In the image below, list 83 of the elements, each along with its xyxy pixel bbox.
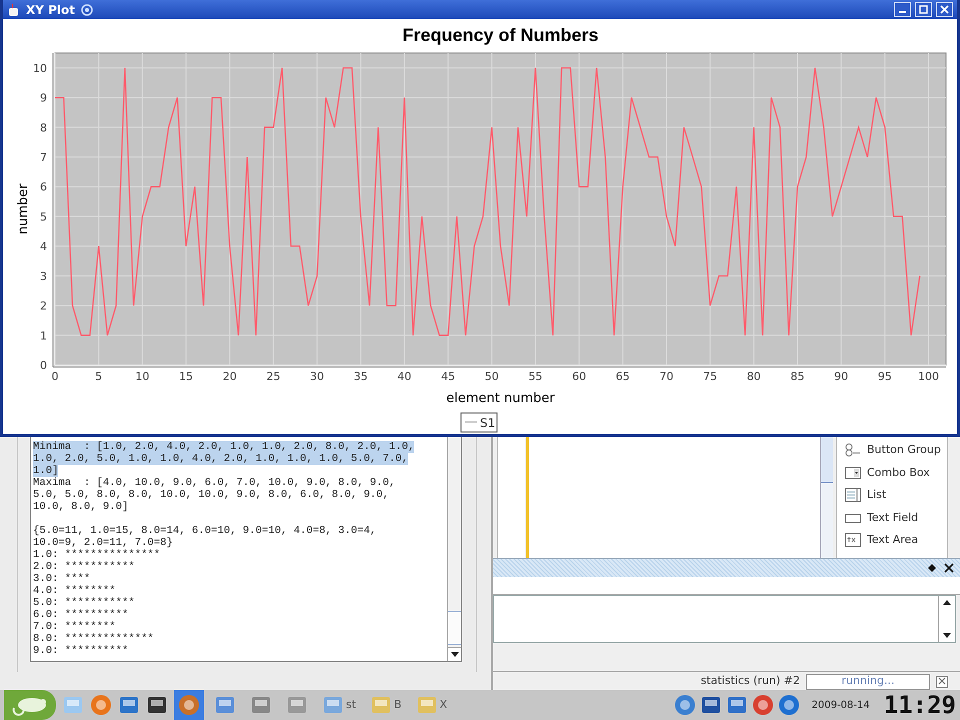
tick-label: 25 — [266, 370, 280, 383]
list-icon — [845, 488, 861, 502]
start-button[interactable] — [4, 690, 56, 720]
clock: 11:29 — [884, 690, 956, 720]
scrollbar[interactable] — [447, 437, 461, 661]
close-button[interactable] — [936, 2, 953, 17]
output-line: 8.0: ************** — [33, 633, 154, 645]
tick-label: 5 — [95, 370, 102, 383]
tick-label: 85 — [790, 370, 804, 383]
output-line: 4.0: ******** — [33, 585, 116, 597]
tick-label: 40 — [397, 370, 412, 383]
scroll-thumb[interactable] — [448, 611, 461, 645]
output-line: 7.0: ******** — [33, 621, 116, 633]
palette-item[interactable]: Text Area — [837, 529, 947, 552]
tick-label: 70 — [659, 370, 674, 383]
tick-label: 55 — [528, 370, 542, 383]
taskbar-item[interactable]: B — [366, 690, 406, 720]
tick-label: 50 — [484, 370, 499, 383]
output-line: 10.0=9, 2.0=11, 7.0=8} — [33, 537, 173, 549]
tick-label: 7 — [40, 151, 47, 164]
tick-label: 0 — [52, 370, 58, 383]
output-line: 6.0: ********** — [33, 609, 128, 621]
maximize-button[interactable] — [915, 2, 932, 17]
tick-label: 0 — [40, 359, 47, 372]
arrow-down-icon[interactable] — [450, 652, 458, 657]
radio-group-icon — [845, 443, 861, 458]
date-label: 2009-08-14 — [812, 698, 870, 712]
tick-label: 75 — [703, 370, 718, 383]
tick-label: 6 — [40, 180, 47, 194]
tick-label: 90 — [834, 370, 848, 383]
status-text-box: running... — [806, 674, 930, 690]
palette-item[interactable]: Button Group — [837, 439, 947, 462]
palette-item[interactable]: Text Field — [837, 506, 947, 529]
close-icon — [938, 677, 946, 686]
tick-label: 9 — [40, 92, 47, 105]
tick-label: 100 — [918, 370, 940, 383]
tick-label: 8 — [40, 121, 47, 134]
output-text-area[interactable] — [30, 437, 462, 662]
taskbar-item[interactable]: st — [318, 690, 360, 720]
axis-label: number — [16, 184, 31, 234]
editor-area[interactable] — [497, 437, 833, 558]
axis-label: element number — [446, 391, 555, 406]
tick-label: 95 — [878, 370, 892, 383]
tick-label: 20 — [222, 370, 237, 383]
output-line: 2.0: *********** — [33, 561, 135, 573]
maximize-icon — [919, 5, 928, 14]
pin-icon[interactable] — [928, 564, 936, 572]
tick-label: 35 — [354, 370, 368, 383]
tick-label: 5 — [40, 210, 47, 224]
output-line: 5.0, 5.0, 8.0, 8.0, 10.0, 10.0, 9.0, 8.0, 6.0, 8.0, 9.0, — [33, 489, 390, 501]
window-title: XY Plot — [26, 2, 76, 18]
tick-label: 10 — [135, 370, 150, 383]
output-line: 3.0: **** — [33, 573, 90, 585]
tick-label: 60 — [572, 370, 586, 383]
cancel-button[interactable] — [936, 676, 948, 688]
tick-label: 3 — [40, 270, 47, 283]
text-area-icon — [845, 533, 861, 548]
minimize-button[interactable] — [894, 2, 911, 17]
tick-label: 30 — [310, 370, 324, 383]
tick-label: 15 — [179, 370, 194, 383]
output-line: {5.0=11, 1.0=15, 8.0=14, 6.0=10, 9.0=10, 4.0=8, 3.0=4, — [33, 525, 376, 537]
output-line: Maxima : [4.0, 10.0, 9.0, 6.0, 7.0, 10.0, 9.0, 8.0, 9.0, — [33, 477, 396, 489]
java-cup-icon — [7, 2, 21, 16]
tick-label: 1 — [40, 329, 47, 342]
legend: S1 — [460, 412, 498, 432]
output-line: 1.0: *************** — [33, 549, 160, 561]
combo-box-icon — [845, 466, 861, 480]
close-icon[interactable] — [944, 563, 954, 573]
palette-item[interactable]: Combo Box — [837, 462, 947, 484]
output-line: 9.0: ********** — [33, 645, 128, 657]
close-icon — [940, 5, 949, 14]
palette-item[interactable]: List — [837, 484, 947, 506]
tick-label: 45 — [441, 370, 456, 383]
tick-label: 80 — [746, 370, 761, 383]
tick-label: 4 — [40, 240, 47, 254]
chart-title: Frequency of Numbers — [402, 25, 599, 45]
tick-label: 2 — [40, 300, 47, 313]
taskbar-item[interactable]: X — [412, 690, 452, 720]
output-line: 10.0, 8.0, 9.0] — [33, 501, 128, 513]
output-line: 5.0: *********** — [33, 597, 135, 609]
tick-label: 10 — [33, 62, 47, 75]
task-label: statistics (run) #2 — [700, 673, 800, 690]
tick-label: 65 — [616, 370, 630, 383]
